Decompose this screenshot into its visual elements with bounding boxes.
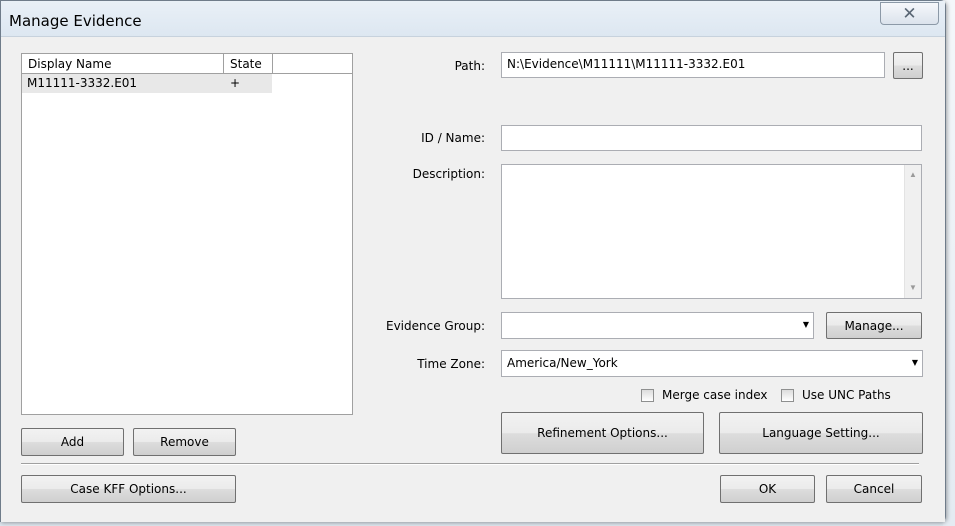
add-button[interactable]: Add (21, 428, 124, 456)
list-item-state: + (230, 76, 241, 90)
manage-evidence-dialog: Manage Evidence ✕ Display Name State M11… (0, 0, 946, 522)
language-setting-button[interactable]: Language Setting... (719, 412, 923, 454)
refinement-options-button[interactable]: Refinement Options... (501, 412, 704, 454)
path-field[interactable]: N:\Evidence\M11111\M11111-3332.E01 (501, 52, 885, 78)
use-unc-paths-checkbox[interactable] (781, 389, 794, 402)
list-item-display-name: M11111-3332.E01 (27, 76, 138, 90)
description-field[interactable]: ▲ ▼ (501, 164, 922, 299)
remove-button[interactable]: Remove (133, 428, 236, 456)
use-unc-paths-label: Use UNC Paths (802, 388, 891, 402)
id-name-field[interactable] (501, 125, 922, 151)
cancel-button[interactable]: Cancel (826, 475, 922, 503)
chevron-down-icon: ▼ (911, 358, 918, 367)
evidence-group-label: Evidence Group: (386, 319, 485, 333)
evidence-group-dropdown[interactable]: ▼ (501, 312, 814, 339)
path-label: Path: (454, 59, 485, 73)
merge-case-index-checkbox[interactable] (641, 389, 654, 402)
footer-separator (21, 463, 919, 465)
description-scrollbar[interactable]: ▲ ▼ (904, 165, 921, 298)
merge-case-index-label: Merge case index (662, 388, 768, 402)
scroll-down-icon[interactable]: ▼ (905, 280, 921, 296)
manage-button[interactable]: Manage... (826, 312, 922, 339)
title-bar: Manage Evidence ✕ (1, 1, 945, 37)
evidence-list[interactable]: Display Name State M11111-3332.E01 + (21, 53, 353, 415)
close-button[interactable]: ✕ (880, 2, 939, 25)
dialog-content: Display Name State M11111-3332.E01 + Add… (1, 38, 945, 522)
id-name-label: ID / Name: (421, 131, 485, 145)
time-zone-value: America/New_York (507, 356, 618, 370)
case-kff-options-button[interactable]: Case KFF Options... (21, 475, 236, 503)
ok-button[interactable]: OK (720, 475, 815, 503)
time-zone-dropdown[interactable]: America/New_York ▼ (501, 350, 923, 377)
list-item[interactable]: M11111-3332.E01 + (22, 74, 272, 93)
column-header-state[interactable]: State (224, 54, 273, 74)
time-zone-label: Time Zone: (417, 357, 485, 371)
description-label: Description: (412, 167, 485, 181)
list-header: Display Name State (22, 54, 352, 74)
dialog-title: Manage Evidence (9, 12, 142, 30)
browse-button[interactable]: ... (893, 52, 923, 79)
scroll-up-icon[interactable]: ▲ (905, 167, 921, 183)
chevron-down-icon: ▼ (802, 320, 809, 329)
column-header-display-name[interactable]: Display Name (22, 54, 224, 74)
close-icon: ✕ (902, 3, 917, 23)
